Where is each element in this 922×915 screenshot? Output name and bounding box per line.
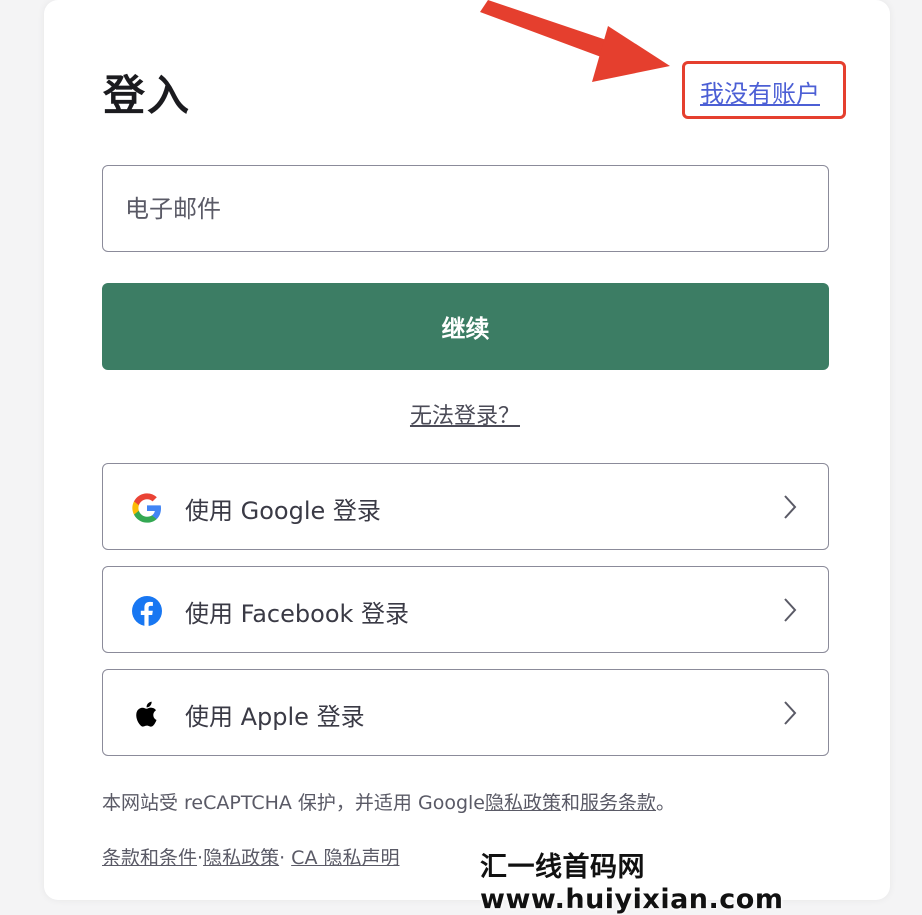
chevron-right-icon (784, 701, 797, 725)
apple-icon (136, 701, 157, 727)
privacy-policy-link[interactable]: 隐私政策 (203, 847, 279, 869)
apple-login-button[interactable]: 使用 Apple 登录 (102, 669, 829, 756)
footer-links: 条款和条件·隐私政策· CA 隐私声明 (102, 843, 399, 870)
site-watermark: 汇一线首码网 www.huiyixian.com (480, 852, 784, 915)
notice-and: 和 (561, 792, 581, 814)
facebook-login-button[interactable]: 使用 Facebook 登录 (102, 566, 829, 653)
terms-conditions-link[interactable]: 条款和条件 (102, 847, 197, 869)
recaptcha-notice: 本网站受 reCAPTCHA 保护，并适用 Google隐私政策和服务条款。 (102, 788, 675, 815)
notice-suffix: 。 (656, 792, 676, 814)
page-title: 登入 (103, 71, 192, 120)
facebook-login-label: 使用 Facebook 登录 (185, 600, 410, 628)
google-terms-link[interactable]: 服务条款 (580, 792, 656, 814)
chevron-right-icon (784, 598, 797, 622)
apple-login-label: 使用 Apple 登录 (185, 703, 365, 731)
chevron-right-icon (784, 495, 797, 519)
continue-button[interactable]: 继续 (102, 283, 829, 370)
facebook-icon (132, 596, 162, 626)
footer-separator: · (279, 847, 292, 869)
email-input[interactable] (102, 165, 829, 252)
notice-prefix: 本网站受 reCAPTCHA 保护，并适用 Google (102, 792, 485, 814)
ca-privacy-link[interactable]: CA 隐私声明 (291, 847, 399, 869)
red-arrow-annotation (480, 0, 670, 82)
login-card (44, 0, 890, 900)
cant-login-link[interactable]: 无法登录？ (410, 404, 520, 429)
google-login-label: 使用 Google 登录 (185, 497, 381, 525)
google-login-button[interactable]: 使用 Google 登录 (102, 463, 829, 550)
google-privacy-link[interactable]: 隐私政策 (485, 792, 561, 814)
google-icon (132, 493, 161, 523)
no-account-link[interactable]: 我没有账户 (700, 74, 820, 109)
